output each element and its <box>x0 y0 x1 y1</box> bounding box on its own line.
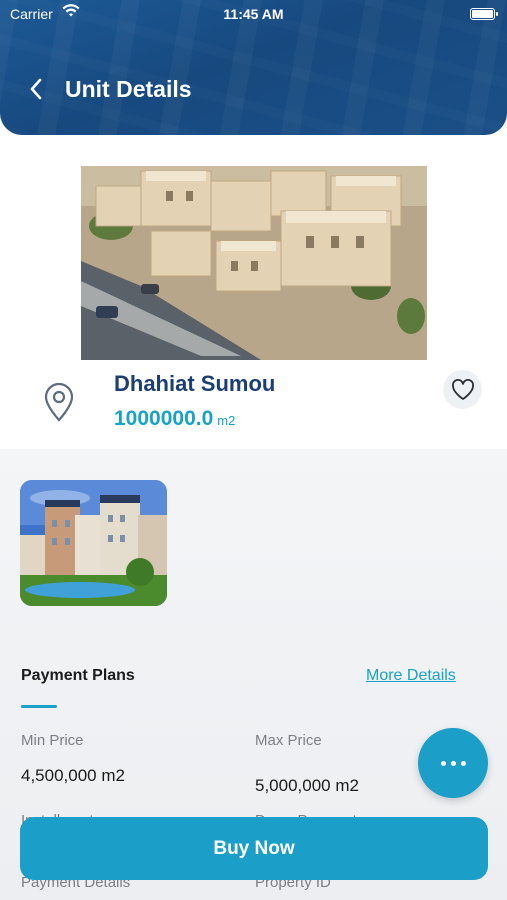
tab-payment-plans[interactable]: Payment Plans <box>21 667 135 685</box>
back-button[interactable] <box>22 74 50 104</box>
heart-icon <box>451 378 474 400</box>
unit-name: Dhahiat Sumou <box>114 371 276 396</box>
status-bar: Carrier 11:45 AM <box>0 0 507 28</box>
header-bar: Carrier 11:45 AM Unit Details <box>0 0 507 135</box>
tab-underline <box>21 705 57 708</box>
unit-hero-image[interactable] <box>81 166 427 360</box>
max-price-label: Max Price <box>255 732 322 749</box>
min-price-label: Min Price <box>21 732 84 749</box>
more-details-link[interactable]: More Details <box>366 667 456 685</box>
favorite-button[interactable] <box>443 370 482 409</box>
page-title: Unit Details <box>65 76 192 102</box>
unit-area: 1000000.0 m2 <box>114 407 235 431</box>
status-time: 11:45 AM <box>223 6 284 22</box>
more-dots-icon <box>440 760 466 766</box>
battery-icon <box>470 8 498 20</box>
location-pin-icon[interactable] <box>42 382 76 427</box>
more-actions-button[interactable] <box>418 728 488 798</box>
min-price-value: 4,500,000 m2 <box>21 766 125 785</box>
back-chevron-icon <box>30 78 42 100</box>
unit-area-unit: m2 <box>217 413 236 428</box>
buy-now-button[interactable]: Buy Now <box>20 817 488 880</box>
gallery-thumbnail[interactable] <box>20 480 167 606</box>
unit-area-value: 1000000.0 <box>114 407 214 430</box>
max-price-value: 5,000,000 m2 <box>255 776 359 795</box>
